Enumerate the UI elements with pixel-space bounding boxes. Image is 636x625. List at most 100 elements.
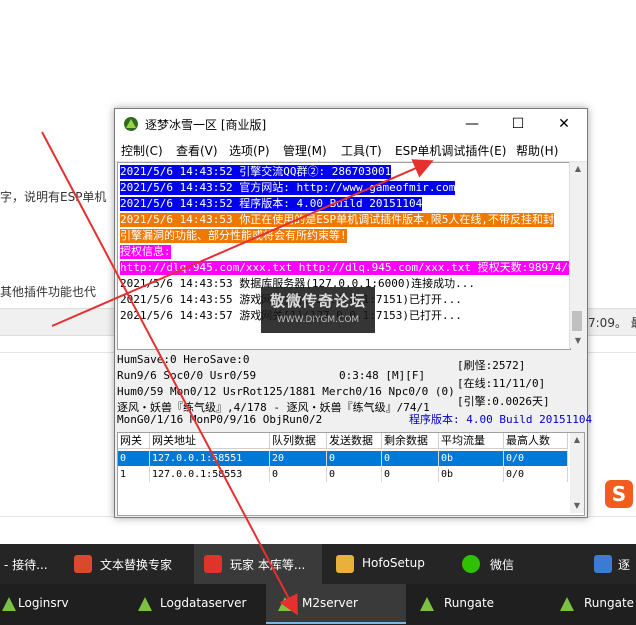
close-button[interactable]: ✕ [541,109,587,139]
background-text-esp: 字，说明有ESP单机 [0,190,107,204]
menu-tools[interactable]: 工具(T) [341,142,382,159]
status-online: [在线:11/11/0] [457,377,546,390]
table-cell: 0b [439,451,504,466]
taskbar-label: HofoSetup [362,556,425,570]
menu-esp-plugin[interactable]: ESP单机调试插件(E) [395,142,506,159]
table-cell: 20 [270,451,327,466]
status-mong: MonG0/1/16 MonP0/9/16 ObjRun0/2 [117,413,323,426]
table-cell: 1 [118,467,150,482]
table-cell: 0/0 [504,451,568,466]
taskbar-item[interactable]: Logdataserver [128,584,264,624]
table-cell: 0 [270,467,327,482]
table-cell: 127.0.0.1:58551 [150,451,270,466]
table-row[interactable]: 1 127.0.0.1:58553 0 0 0 0b 0/0 [118,467,568,482]
log-line: 2021/5/6 14:43:53 你正在使用的是ESP单机调试插件版本,限5人… [120,213,554,227]
taskbar-item[interactable]: Rungate [556,584,636,624]
log-line: http://dlq.945.com/xxx.txt http://dlq.94… [120,261,570,275]
status-hum: Hum0/59 Mon0/12 UsrRot125/1881 Merch0/16… [117,385,455,398]
loginsrv-icon [2,597,16,611]
scroll-up-icon[interactable]: ▲ [570,164,586,173]
log-line: 引擎漏洞的功能、部分性能或将会有所约束等! [120,229,347,243]
rungate-icon [560,597,574,611]
taskbar-item[interactable]: HofoSetup [328,544,448,584]
table-cell: 0 [118,451,150,466]
rungate-icon [420,597,434,611]
log-line: 2021/5/6 14:43:52 引擎交流QQ群②: 286703001 [120,165,392,179]
column-header[interactable]: 最高人数 [504,433,568,449]
taskbar-label: 逐 [618,558,631,572]
column-header[interactable]: 队列数据 [270,433,327,449]
taskbar-top: - 接待... 文本替换专家 玩家 本库等... HofoSetup 微信 逐 [0,544,636,584]
setup-package-icon [336,555,354,573]
taskbar-label: 微信 [490,558,515,572]
log-line: 2021/5/6 14:43:52 程序版本: 4.00 Build 20151… [120,197,423,211]
scroll-up-icon[interactable]: ▲ [570,435,584,444]
watermark-title: 敬微传奇论坛 [269,292,366,310]
taskbar-label: 玩家 本库等... [230,558,306,572]
gateway-table[interactable]: 网关 网关地址 队列数据 发送数据 剩余数据 平均流量 最高人数 0 127.0… [117,432,585,516]
menu-options[interactable]: 选项(P) [229,142,270,159]
taskbar-item[interactable]: 玩家 本库等... [194,544,322,584]
status-version: 程序版本: 4.00 Build 20151104 [409,413,593,426]
background-text-plugins: 其他插件功能也代 [0,285,97,299]
taskbar-bottom: Loginsrv Logdataserver M2server Rungate … [0,584,636,625]
taskbar-item[interactable]: Rungate [414,584,550,624]
logdataserver-icon [138,597,152,611]
server-window: 逐梦冰雪一区 [商业版] — ☐ ✕ 控制(C) 查看(V) 选项(P) 管理(… [114,108,592,518]
background-time-text: 7:09。 最 [588,316,636,330]
wechat-icon [462,555,480,573]
table-cell: 0 [382,451,439,466]
table-cell: 0 [327,467,382,482]
table-scrollbar[interactable]: ▲ ▼ [570,433,584,513]
status-engine: [引擎:0.0026天] [457,395,550,408]
maximize-button[interactable]: ☐ [495,109,541,139]
taskbar-item-active[interactable]: M2server [266,584,406,624]
taskbar-label: 文本替换专家 [100,558,173,572]
window-title: 逐梦冰雪一区 [商业版] [145,118,267,132]
menu-help[interactable]: 帮助(H) [516,142,558,159]
taskbar-label: Loginsrv [18,596,69,610]
column-header[interactable]: 平均流量 [439,433,504,449]
status-refresh: [刷怪:2572] [457,359,526,372]
watermark-logo: 敬微传奇论坛 WWW.DIYGM.COM [261,287,375,333]
game-icon [594,555,612,573]
menu-view[interactable]: 查看(V) [176,142,218,159]
scroll-down-icon[interactable]: ▼ [570,336,586,345]
menu-bar: 控制(C) 查看(V) 选项(P) 管理(M) 工具(T) ESP单机调试插件(… [115,139,587,162]
column-header[interactable]: 发送数据 [327,433,382,449]
column-header[interactable]: 网关地址 [150,433,270,449]
table-row[interactable]: 0 127.0.0.1:58551 20 0 0 0b 0/0 [118,451,568,466]
table-cell: 127.0.0.1:58553 [150,467,270,482]
status-run: Run9/6 Soc0/0 Usr0/59 [117,369,257,382]
taskbar-label: Rungate [584,596,635,610]
taskbar-item[interactable]: - 接待... [0,544,62,584]
table-cell: 0/0 [504,467,568,482]
column-header[interactable]: 网关 [118,433,150,449]
log-line: 2021/5/6 14:43:52 官方网站: http://www.gameo… [120,181,456,195]
status-timer: 0:3:48 [M][F] [339,369,426,382]
minimize-button[interactable]: — [449,109,495,139]
menu-manage[interactable]: 管理(M) [283,142,327,159]
log-scrollbar-thumb[interactable] [572,311,582,331]
taskbar-item[interactable]: 微信 [456,544,576,584]
text-replace-icon [74,555,92,573]
taskbar-label: M2server [302,596,358,610]
watermark-url: WWW.DIYGM.COM [276,315,360,325]
taskbar-label: - 接待... [4,558,48,572]
taskbar-item[interactable]: 逐 [588,544,636,584]
taskbar-item[interactable]: 文本替换专家 [68,544,188,584]
status-panel: HumSave:0 HeroSave:0 Run9/6 Soc0/0 Usr0/… [117,350,592,432]
log-line: 授权信息: [120,245,171,259]
taskbar-item[interactable]: Loginsrv [0,584,120,624]
status-humsave: HumSave:0 HeroSave:0 [117,353,250,366]
taskbar-label: Rungate [444,596,495,610]
scroll-down-icon[interactable]: ▼ [570,501,584,510]
player-db-icon [204,555,222,573]
column-header[interactable]: 剩余数据 [382,433,439,449]
table-cell: 0b [439,467,504,482]
table-cell: 0 [327,451,382,466]
sogou-ime-icon[interactable]: S [605,480,633,508]
menu-control[interactable]: 控制(C) [121,142,163,159]
taskbar-label: Logdataserver [160,596,247,610]
title-bar[interactable]: 逐梦冰雪一区 [商业版] — ☐ ✕ [115,109,587,139]
